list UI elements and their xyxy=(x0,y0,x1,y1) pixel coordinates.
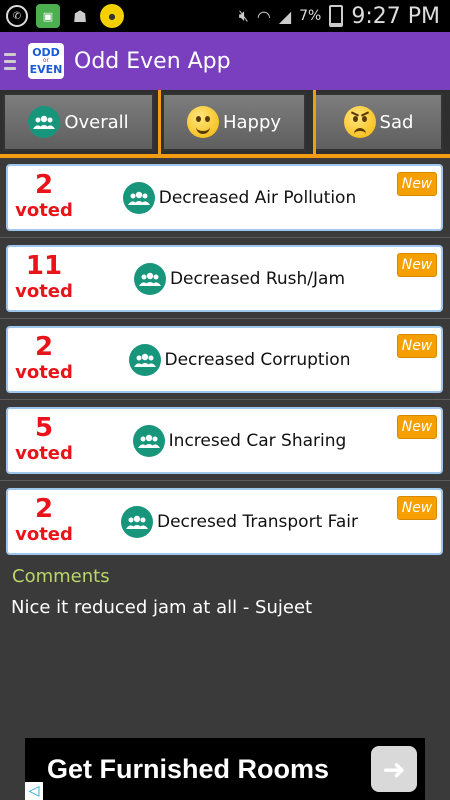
group-icon xyxy=(128,343,161,376)
tabs-underline xyxy=(0,154,450,158)
menu-icon[interactable] xyxy=(4,52,16,70)
ad-banner[interactable]: Get Furnished Rooms ➜ xyxy=(25,738,425,800)
angry-emoji-icon xyxy=(343,106,376,138)
topic-title: Decreased Corruption xyxy=(164,349,351,370)
topic-title: Decresed Transport Fair xyxy=(156,511,358,532)
ad-arrow-button[interactable]: ➜ xyxy=(371,746,417,792)
ad-text: Get Furnished Rooms xyxy=(47,753,330,784)
topic-card[interactable]: 2 voted Decresed Transport Fair New xyxy=(6,488,443,555)
divider xyxy=(0,237,450,238)
tab-sad[interactable]: Sad xyxy=(314,93,443,151)
topic-card[interactable]: 2 voted Decreased Air Pollution New xyxy=(6,164,443,231)
topic-card[interactable]: 5 voted Incresed Car Sharing New xyxy=(6,407,443,474)
tab-happy[interactable]: Happy xyxy=(162,93,306,151)
filter-tabs: Overall Happy Sad xyxy=(0,90,450,154)
vote-count-block: 11 voted xyxy=(14,251,74,303)
vote-count: 2 xyxy=(34,332,54,362)
wifi-icon: ◠ xyxy=(256,6,271,26)
group-icon xyxy=(28,106,61,138)
group-icon xyxy=(122,181,155,214)
app-notification-icon: ▣ xyxy=(36,4,60,28)
happy-emoji-icon xyxy=(186,106,219,138)
new-badge: New xyxy=(397,172,437,196)
topic-card[interactable]: 2 voted Decreased Corruption New xyxy=(6,326,443,393)
tab-divider xyxy=(158,90,161,154)
app-title: Odd Even App xyxy=(74,48,231,74)
divider xyxy=(0,480,450,481)
battery-percent: 7% xyxy=(299,8,322,24)
new-badge: New xyxy=(397,496,437,520)
tab-happy-label: Happy xyxy=(222,111,282,133)
vote-count-block: 2 voted xyxy=(14,332,74,384)
tab-overall[interactable]: Overall xyxy=(3,93,154,151)
app-logo: ODD or EVEN xyxy=(28,43,64,79)
mute-icon: 🔇︎ xyxy=(238,6,249,25)
vote-count: 5 xyxy=(34,413,54,443)
topic-card[interactable]: 11 voted Decreased Rush/Jam New xyxy=(6,245,443,312)
whatsapp-notification-icon: ✆ xyxy=(6,5,28,27)
vote-count: 2 xyxy=(34,494,54,524)
clock: 9:27 PM xyxy=(351,3,440,29)
vote-count-block: 2 voted xyxy=(14,170,74,222)
divider xyxy=(0,318,450,319)
status-bar: ✆ ▣ ☗ ● 🔇︎ ◠ ◢ 7% 9:27 PM xyxy=(0,0,450,32)
vote-count-block: 5 voted xyxy=(14,413,74,465)
new-badge: New xyxy=(397,334,437,358)
group-icon xyxy=(133,262,166,295)
voted-label: voted xyxy=(15,524,73,545)
topic-title: Decreased Air Pollution xyxy=(158,187,357,208)
vote-count: 2 xyxy=(34,170,54,200)
new-badge: New xyxy=(397,415,437,439)
divider xyxy=(0,399,450,400)
comment-item: Nice it reduced jam at all - Sujeet xyxy=(11,597,313,618)
topic-title: Incresed Car Sharing xyxy=(168,430,347,451)
voted-label: voted xyxy=(15,200,73,221)
tab-overall-label: Overall xyxy=(64,111,129,133)
battery-icon xyxy=(329,5,344,27)
tab-divider xyxy=(313,90,316,154)
app-bar: ODD or EVEN Odd Even App xyxy=(0,32,450,90)
new-badge: New xyxy=(397,253,437,277)
vote-count: 11 xyxy=(25,251,63,281)
wdf-notification-icon: ● xyxy=(100,4,124,28)
vote-count-block: 2 voted xyxy=(14,494,74,546)
voted-label: voted xyxy=(15,443,73,464)
android-icon: ☗ xyxy=(72,6,88,26)
topic-title: Decreased Rush/Jam xyxy=(169,268,346,289)
tab-sad-label: Sad xyxy=(379,111,414,133)
group-icon xyxy=(120,505,153,538)
group-icon xyxy=(132,424,165,457)
ad-choices-icon[interactable]: ◁ xyxy=(25,782,43,800)
voted-label: voted xyxy=(15,362,73,383)
voted-label: voted xyxy=(15,281,73,302)
signal-icon: ◢ xyxy=(278,6,292,26)
comments-heading: Comments xyxy=(12,566,110,587)
